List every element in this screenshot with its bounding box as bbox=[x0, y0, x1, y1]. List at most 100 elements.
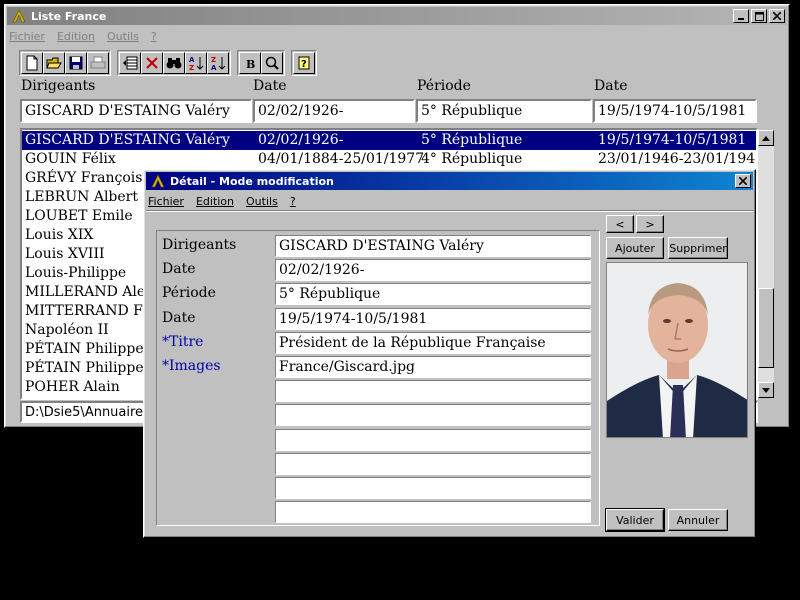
list-cell-name: POHER Alain bbox=[25, 379, 120, 395]
next-record-button[interactable]: > bbox=[636, 215, 664, 233]
close-icon bbox=[773, 12, 781, 20]
form-field[interactable]: GISCARD D'ESTAING Valéry bbox=[275, 235, 591, 257]
scroll-thumb[interactable] bbox=[758, 288, 774, 368]
scroll-down-button[interactable] bbox=[758, 382, 774, 398]
bold-button[interactable]: B bbox=[239, 52, 261, 74]
form-field-empty[interactable] bbox=[275, 404, 591, 427]
save-disk-icon bbox=[69, 56, 83, 70]
list-cell-name: GISCARD D'ESTAING Valéry bbox=[25, 132, 230, 148]
dialog-separator bbox=[146, 210, 753, 212]
list-cell-name: PÉTAIN Philippe bbox=[25, 341, 144, 357]
prev-record-button[interactable]: < bbox=[606, 215, 634, 233]
list-cell-period: 4° République bbox=[421, 151, 523, 167]
menu-help[interactable]: ? bbox=[151, 30, 157, 43]
printer-icon bbox=[90, 56, 106, 69]
form-field-empty[interactable] bbox=[275, 452, 591, 475]
new-button[interactable] bbox=[21, 52, 43, 74]
validate-button[interactable]: Valider bbox=[605, 508, 665, 532]
minimize-button[interactable] bbox=[733, 9, 749, 23]
open-folder-icon bbox=[46, 57, 62, 69]
list-scrollbar[interactable] bbox=[758, 130, 774, 398]
dialog-menu-outils[interactable]: Outils bbox=[246, 195, 278, 208]
scroll-up-button[interactable] bbox=[758, 130, 774, 146]
cancel-button[interactable]: Annuler bbox=[668, 509, 728, 531]
form-field[interactable]: Président de la République Française bbox=[275, 331, 591, 354]
list-item[interactable]: GISCARD D'ESTAING Valéry 02/02/1926- 5° Ré… bbox=[22, 131, 756, 150]
list-cell-name: MITTERRAND Fr bbox=[25, 303, 150, 319]
list-cell-name: LEBRUN Albert bbox=[25, 189, 138, 205]
menu-outils[interactable]: Outils bbox=[107, 30, 139, 43]
insert-row-icon bbox=[123, 56, 138, 70]
zoom-button[interactable] bbox=[261, 52, 283, 74]
dialog-menu-fichier[interactable]: Fichier bbox=[148, 195, 184, 208]
current-birth-field[interactable]: 02/02/1926- bbox=[253, 99, 415, 123]
toolbar-group-records: AZ ZA bbox=[117, 50, 231, 76]
svg-text:Z: Z bbox=[189, 64, 194, 71]
delete-button[interactable]: Supprimer bbox=[668, 237, 728, 259]
list-cell-name: Louis XVIII bbox=[25, 246, 105, 262]
dialog-menu-help[interactable]: ? bbox=[290, 195, 296, 208]
close-button[interactable] bbox=[769, 9, 785, 23]
insert-record-button[interactable] bbox=[119, 52, 141, 74]
delete-x-icon bbox=[146, 57, 158, 69]
magnifier-icon bbox=[265, 56, 279, 70]
dialog-menubar: Fichier Edition Outils ? bbox=[144, 192, 755, 211]
form-field[interactable]: 02/02/1926- bbox=[275, 259, 591, 282]
header-date-birth: Date bbox=[253, 78, 287, 94]
print-button[interactable] bbox=[87, 52, 109, 74]
form-label: *Titre bbox=[162, 333, 204, 350]
list-cell-term: 23/01/1946-23/01/1946 bbox=[598, 151, 758, 167]
list-cell-name: Louis XIX bbox=[25, 227, 94, 243]
find-button[interactable] bbox=[163, 52, 185, 74]
delete-record-button[interactable] bbox=[141, 52, 163, 74]
menu-edition[interactable]: Edition bbox=[57, 30, 95, 43]
list-cell-birth: 02/02/1926- bbox=[258, 132, 344, 148]
form-field-empty[interactable] bbox=[275, 428, 591, 451]
bold-b-icon: B bbox=[246, 58, 255, 69]
form-field[interactable]: 5° République bbox=[275, 283, 591, 306]
sort-az-icon: AZ bbox=[189, 56, 204, 71]
list-cell-name: LOUBET Emile bbox=[25, 208, 133, 224]
help-button[interactable]: ? bbox=[293, 52, 315, 74]
close-icon bbox=[739, 177, 747, 185]
header-dirigeants: Dirigeants bbox=[21, 78, 96, 94]
dialog-close-button[interactable] bbox=[735, 174, 751, 188]
open-button[interactable] bbox=[43, 52, 65, 74]
svg-text:A: A bbox=[211, 64, 217, 71]
arrow-down-icon bbox=[762, 387, 770, 393]
dialog-menu-edition[interactable]: Edition bbox=[196, 195, 234, 208]
dialog-titlebar[interactable]: Détail - Mode modification bbox=[146, 172, 753, 190]
form-field-empty[interactable] bbox=[275, 477, 591, 499]
main-window-title: Liste France bbox=[31, 9, 107, 23]
sort-za-icon: ZA bbox=[211, 56, 226, 71]
current-term-field[interactable]: 19/5/1974-10/5/1981 bbox=[593, 99, 757, 123]
form-field-empty[interactable] bbox=[275, 380, 591, 403]
list-cell-term: 19/5/1974-10/5/1981 bbox=[598, 132, 747, 148]
app-logo-icon bbox=[11, 8, 27, 24]
list-cell-birth: 04/01/1884-25/01/1977 bbox=[258, 151, 425, 167]
add-button[interactable]: Ajouter bbox=[606, 237, 664, 259]
header-date-term: Date bbox=[594, 78, 628, 94]
list-item[interactable]: GOUIN Félix 04/01/1884-25/01/1977 4° Répub… bbox=[22, 150, 756, 169]
main-menubar: Fichier Edition Outils ? bbox=[5, 27, 789, 46]
form-field-empty[interactable] bbox=[275, 501, 591, 524]
form-field[interactable]: 19/5/1974-10/5/1981 bbox=[275, 307, 591, 330]
form-label: Période bbox=[162, 285, 216, 302]
menu-fichier[interactable]: Fichier bbox=[9, 30, 45, 43]
list-cell-name: GOUIN Félix bbox=[25, 151, 116, 167]
maximize-button[interactable] bbox=[751, 9, 767, 23]
current-period-field[interactable]: 5° République bbox=[416, 99, 592, 123]
form-field[interactable]: France/Giscard.jpg bbox=[275, 356, 591, 378]
header-periode: Période bbox=[417, 78, 471, 94]
main-titlebar[interactable]: Liste France bbox=[7, 7, 787, 25]
list-cell-name: Napoléon II bbox=[25, 322, 109, 338]
sort-asc-button[interactable]: AZ bbox=[185, 52, 207, 74]
form-label: *Images bbox=[162, 358, 221, 374]
toolbar-group-help: ? bbox=[291, 50, 317, 76]
maximize-icon bbox=[754, 11, 764, 21]
form-label: Date bbox=[162, 309, 196, 326]
binoculars-icon bbox=[166, 58, 182, 69]
current-name-field[interactable]: GISCARD D'ESTAING Valéry bbox=[20, 99, 252, 123]
save-button[interactable] bbox=[65, 52, 87, 74]
sort-desc-button[interactable]: ZA bbox=[207, 52, 229, 74]
